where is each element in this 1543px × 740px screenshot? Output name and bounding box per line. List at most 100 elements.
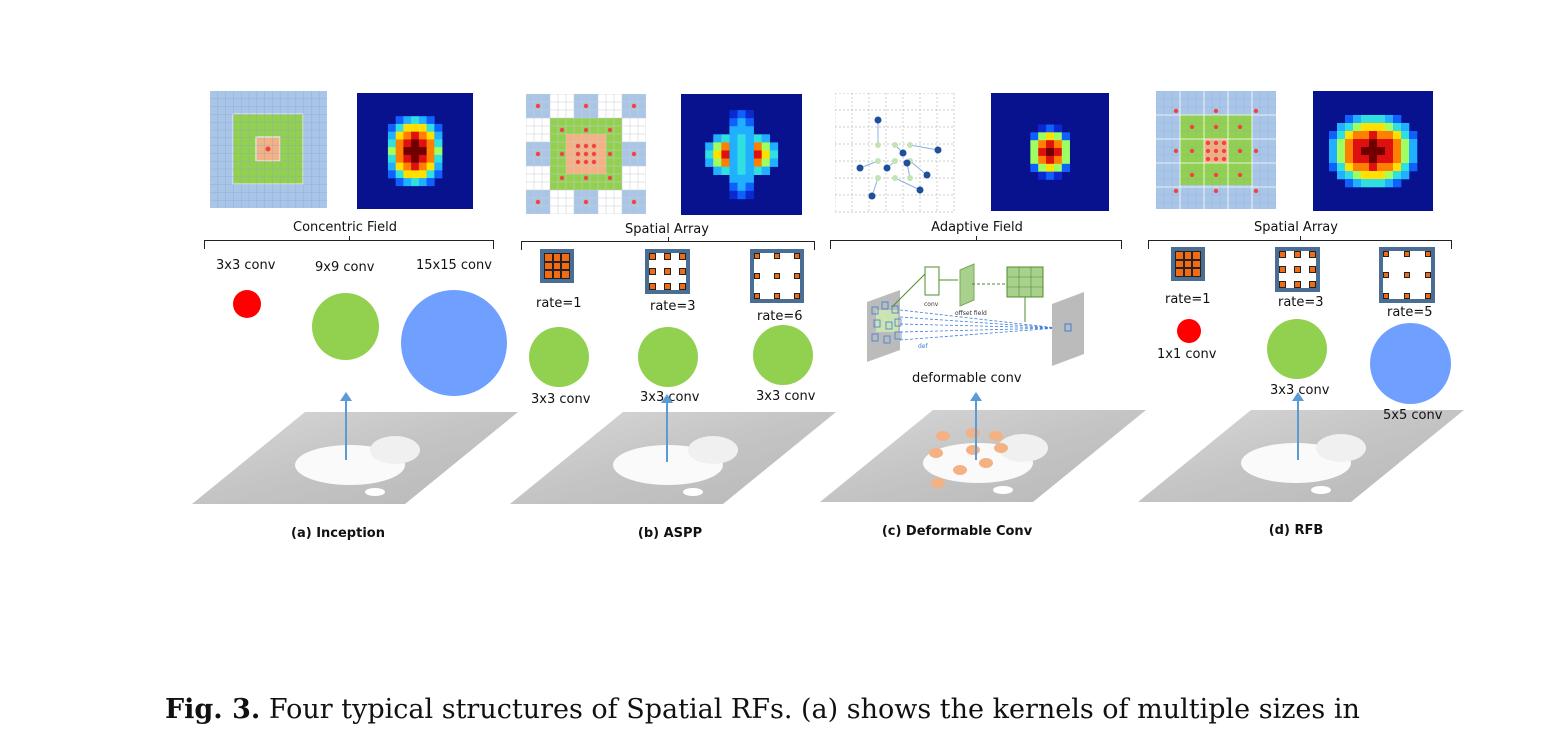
heatmap-deformable [991,93,1109,211]
kernel-cell [664,268,671,275]
rate-label: rate=6 [757,309,803,324]
kernel-cell [1404,251,1410,257]
kernel-cell [774,273,780,279]
deformable-conv-inset: conv offset field def [867,263,1084,366]
kernel-cell [1192,259,1201,269]
kernel-cell [1183,268,1193,277]
kernel-cell [664,283,671,290]
kernel-cell [552,261,562,271]
kernel-rate-1 [540,249,574,283]
kernel-label: 9x9 conv [315,260,375,275]
cat-image-plane [820,410,1146,502]
kernel-circle [529,327,589,387]
kernel-cell [552,253,562,262]
adaptive-field-figure [835,93,955,213]
kernel-cell [1175,251,1184,260]
kernel-cell [679,283,686,290]
kernel-cell [794,253,800,259]
heatmap-rfb [1313,91,1433,211]
kernel-cell [561,253,570,262]
kernel-cell [649,253,656,260]
kernel-label: 5x5 conv [1383,408,1443,423]
kernel-cell [649,268,656,275]
kernel-cell [774,293,780,299]
arrow-up-icon [970,392,982,460]
kernel-rate-3 [1275,247,1320,292]
conv-label: conv [924,301,939,308]
rate-label: rate=1 [536,296,582,311]
kernel-circle-large [1370,323,1451,404]
kernel-label: 3x3 conv [531,392,591,407]
kernel-rate-3 [645,249,690,294]
deformable-conv-label: deformable conv [912,371,1022,386]
kernel-rate-6 [750,249,804,303]
kernel-cell [1294,281,1301,288]
kernel-cell [649,283,656,290]
kernel-rate-5 [1379,247,1435,303]
kernel-cell [1383,272,1389,278]
arrow-up-icon [1292,392,1304,460]
offset-field-label: offset field [955,310,987,317]
kernel-cell [1309,266,1316,273]
kernel-cell [679,268,686,275]
arrow-up-icon [340,392,352,460]
brace [204,236,494,249]
caption-text: Four typical structures of Spatial RFs. … [260,694,1360,725]
kernel-circle-medium [1267,319,1327,379]
kernel-cell [794,273,800,279]
kernel-cell [1309,281,1316,288]
sub-caption: (d) RFB [1268,523,1324,538]
rate-label: rate=1 [1165,292,1211,307]
kernel-cell [1279,281,1286,288]
kernel-cell [1192,251,1201,260]
kernel-circle [638,327,698,387]
kernel-label: 3x3 conv [756,389,816,404]
kernel-circle-medium [312,293,379,360]
kernel-cell [1425,293,1431,299]
kernel-cell [679,253,686,260]
kernel-cell [754,253,760,259]
kernel-cell [1294,251,1301,258]
kernel-cell [1309,251,1316,258]
kernel-label: 1x1 conv [1157,347,1217,362]
rfb-grid-figure [1156,91,1276,209]
sub-caption: (a) Inception [291,526,385,541]
kernel-cell [561,270,570,279]
cat-image-plane [510,412,836,504]
kernel-cell [1175,268,1184,277]
kernel-cell [1425,272,1431,278]
kernel-cell [1183,259,1193,269]
kernel-cell [664,253,671,260]
group-label: Adaptive Field [931,220,1023,235]
rate-label: rate=5 [1387,305,1433,320]
kernel-circle-small [233,290,261,318]
spatial-array-grid-figure [526,94,646,214]
kernel-circle-small [1177,319,1201,343]
kernel-cell [1404,272,1410,278]
sub-caption: (b) ASPP [637,526,703,541]
kernel-cell [1404,293,1410,299]
kernel-cell [1279,266,1286,273]
heatmap-aspp [681,94,802,215]
kernel-cell [1425,251,1431,257]
figure-label: Fig. 3. [165,694,261,725]
group-label: Spatial Array [625,222,709,237]
brace [830,236,1122,249]
kernel-label: 15x15 conv [416,258,492,273]
kernel-circle-large [401,290,507,396]
heatmap-inception [357,93,473,209]
kernel-cell [774,253,780,259]
def-label: def [918,343,929,350]
rate-label: rate=3 [1278,295,1324,310]
kernel-cell [1279,251,1286,258]
kernel-circle [753,325,813,385]
kernel-cell [1383,251,1389,257]
kernel-cell [1294,266,1301,273]
kernel-label: 3x3 conv [216,258,276,273]
kernel-cell [1183,251,1193,260]
rate-label: rate=3 [650,299,696,314]
kernel-cell [544,253,553,262]
kernel-cell [1175,259,1184,269]
kernel-cell [552,270,562,279]
kernel-cell [754,293,760,299]
